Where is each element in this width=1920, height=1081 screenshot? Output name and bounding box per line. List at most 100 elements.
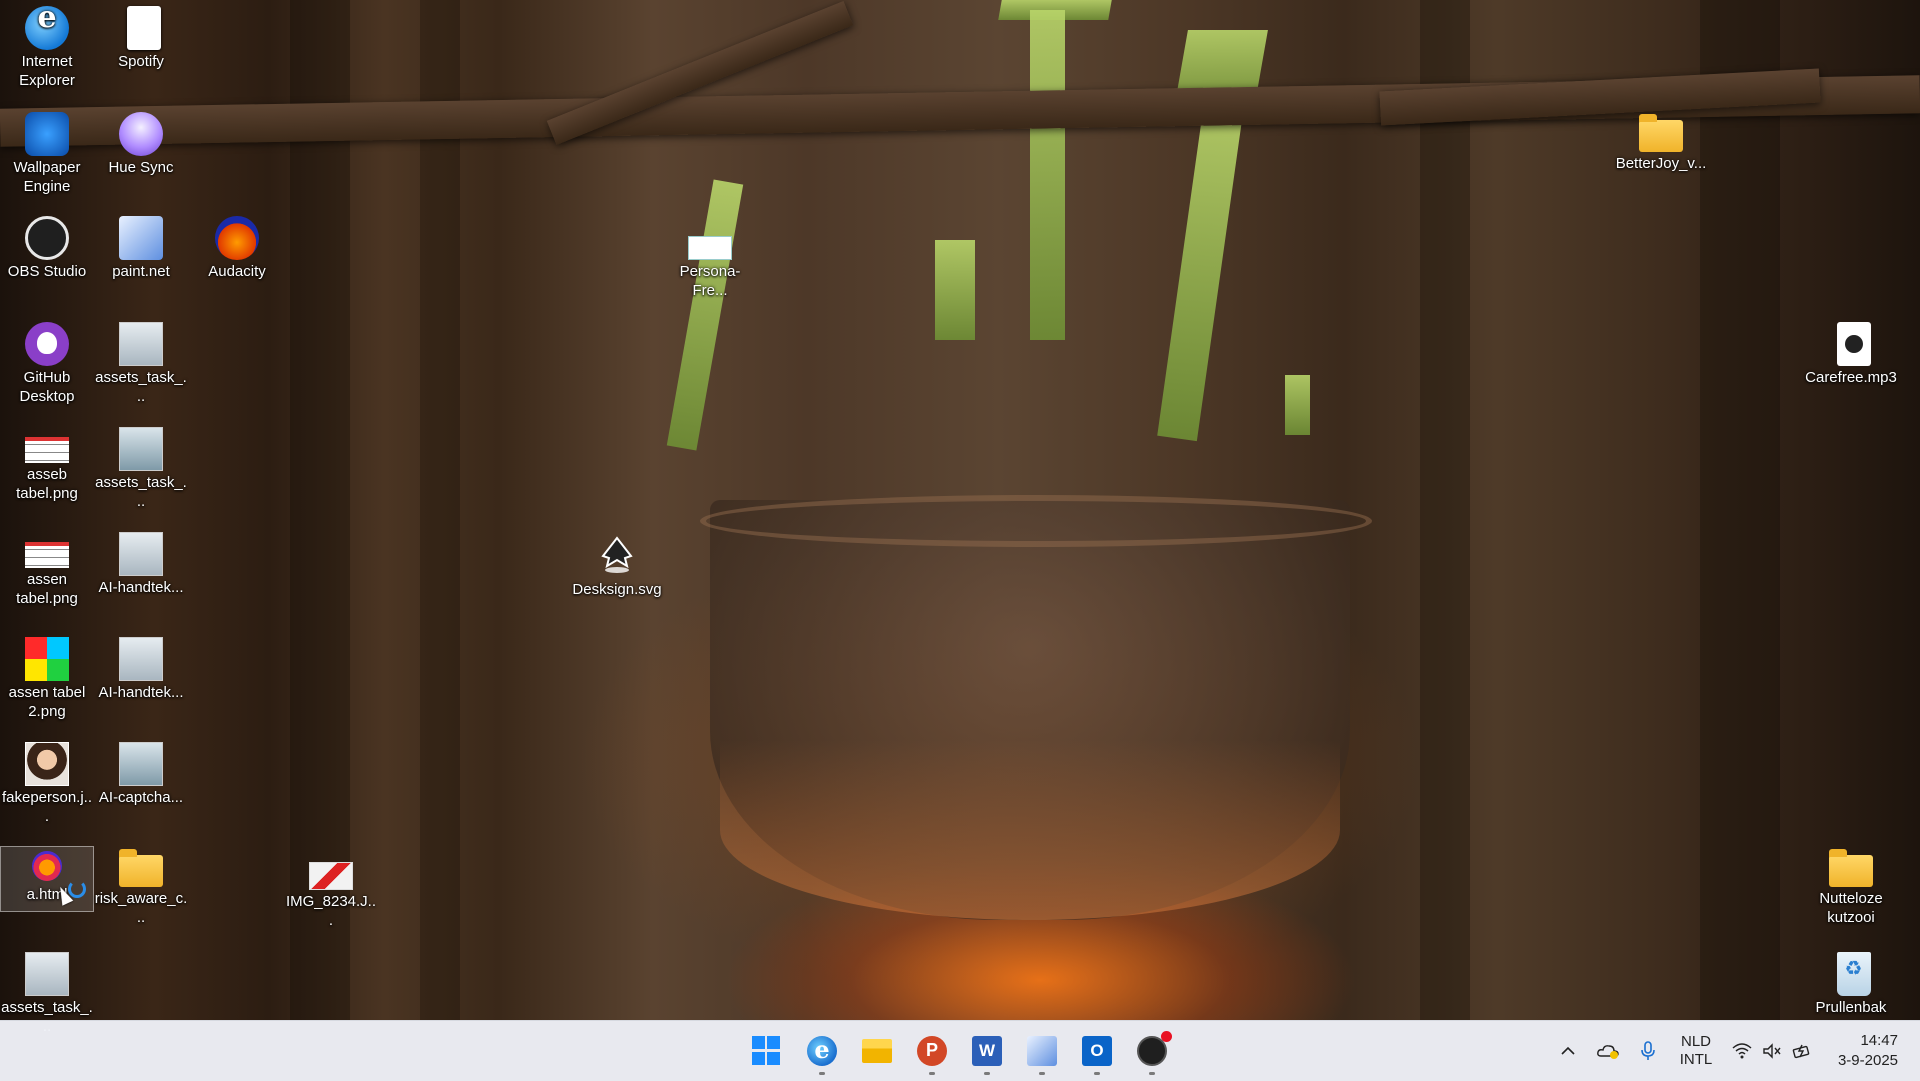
icon-label: risk_aware_c... xyxy=(94,890,188,926)
icon-label: AI-handtek... xyxy=(98,579,184,596)
image-thumbnail-icon xyxy=(119,427,163,471)
desktop-icon-assets-task-2[interactable]: assets_task_... xyxy=(94,423,188,523)
desktop-icon-risk-aware[interactable]: risk_aware_c... xyxy=(94,843,188,943)
microphone-icon xyxy=(1641,1041,1655,1060)
desktop-icon-wallpaper-engine[interactable]: Wallpaper Engine xyxy=(0,108,94,208)
icon-label: IMG_8234.J... xyxy=(285,893,377,929)
image-thumbnail-icon xyxy=(25,952,69,996)
internet-explorer-icon xyxy=(25,6,69,50)
desktop-icon-nutteloze-kutzooi[interactable]: Nutteloze kutzooi xyxy=(1804,843,1898,943)
png-image-icon xyxy=(25,637,69,681)
chevron-up-icon xyxy=(1561,1046,1575,1055)
desktop-icon-internet-explorer[interactable]: Internet Explorer xyxy=(0,2,94,102)
obs-studio-icon xyxy=(25,216,69,260)
desktop-icon-spotify[interactable]: Spotify xyxy=(94,2,188,102)
onedrive-tray-button[interactable] xyxy=(1593,1021,1623,1081)
taskbar-edge[interactable] xyxy=(800,1029,844,1075)
desktop-icon-ai-handtek-1[interactable]: AI-handtek... xyxy=(94,528,188,628)
inkscape-svg-icon xyxy=(595,534,639,578)
taskbar-obs-studio[interactable] xyxy=(1130,1029,1174,1075)
desktop-icon-persona[interactable]: Persona-Fre... xyxy=(663,220,757,320)
icon-label: OBS Studio xyxy=(7,263,87,280)
show-hidden-icons-button[interactable] xyxy=(1553,1021,1583,1081)
running-indicator xyxy=(929,1072,935,1075)
icon-label: assets_task_... xyxy=(95,474,187,510)
desktop-icon-carefree[interactable]: Carefree.mp3 xyxy=(1804,318,1898,418)
desktop-icon-ai-handtek-2[interactable]: AI-handtek... xyxy=(94,633,188,733)
file-explorer-icon xyxy=(862,1039,892,1063)
taskbar: NLD INTL 14:47 3-9-2025 xyxy=(0,1020,1920,1081)
desktop-icon-obs-studio[interactable]: OBS Studio xyxy=(0,212,94,312)
running-indicator xyxy=(1149,1072,1155,1075)
language-code: NLD xyxy=(1680,1033,1711,1050)
desktop-icon-assets-task-1[interactable]: assets_task_... xyxy=(94,318,188,418)
icon-label: Wallpaper Engine xyxy=(13,159,81,195)
wallpaper-cauldron-rim xyxy=(700,495,1372,547)
desktop-icon-github-desktop[interactable]: GitHub Desktop xyxy=(0,318,94,418)
audio-file-icon xyxy=(1836,322,1871,366)
taskbar-file-explorer[interactable] xyxy=(855,1029,899,1073)
png-image-icon xyxy=(25,437,69,463)
start-button[interactable] xyxy=(745,1029,789,1073)
clock-date: 3-9-2025 xyxy=(1837,1052,1898,1069)
outlook-icon xyxy=(1082,1036,1112,1066)
image-thumbnail-icon xyxy=(688,236,732,260)
desktop-icon-img-8234[interactable]: IMG_8234.J... xyxy=(284,848,378,948)
clock-date-button[interactable]: 14:47 3-9-2025 xyxy=(1838,1031,1898,1071)
desktop-icon-paint-net[interactable]: paint.net xyxy=(94,212,188,312)
desktop-icon-desksign[interactable]: Desksign.svg xyxy=(570,530,664,630)
desktop-icon-assen-tabel[interactable]: assen tabel.png xyxy=(0,528,94,628)
icon-label: assen tabel 2.png xyxy=(8,684,86,720)
icon-label: Nutteloze kutzooi xyxy=(1819,890,1883,926)
firefox-html-icon xyxy=(32,851,62,881)
desktop-icon-a-html[interactable]: a.html xyxy=(0,846,94,912)
running-indicator xyxy=(819,1072,825,1075)
desktop-icon-betterjoy[interactable]: BetterJoy_v... xyxy=(1614,108,1708,208)
icon-label: AI-handtek... xyxy=(98,684,184,701)
clock-time: 14:47 xyxy=(1860,1032,1898,1049)
desktop-icon-audacity[interactable]: Audacity xyxy=(190,212,284,312)
audacity-icon xyxy=(215,216,259,260)
image-thumbnail-icon xyxy=(119,322,163,366)
taskbar-outlook[interactable] xyxy=(1075,1029,1119,1075)
quick-settings-button[interactable] xyxy=(1728,1021,1818,1081)
running-indicator xyxy=(984,1072,990,1075)
notification-badge xyxy=(1161,1031,1172,1042)
icon-label: Desksign.svg xyxy=(572,581,662,598)
wifi-icon xyxy=(1732,1043,1752,1059)
running-indicator xyxy=(1039,1072,1045,1075)
volume-muted-icon xyxy=(1763,1043,1781,1059)
desktop-icon-hue-sync[interactable]: Hue Sync xyxy=(94,108,188,208)
wallpaper-cauldron-glow xyxy=(720,740,1340,920)
battery-charging-icon xyxy=(1792,1044,1810,1059)
icon-label: Audacity xyxy=(208,263,266,280)
jpg-image-icon xyxy=(309,862,353,890)
icon-label: Spotify xyxy=(118,53,164,70)
icon-label: Carefree.mp3 xyxy=(1805,369,1897,386)
icon-label: GitHub Desktop xyxy=(19,369,75,405)
github-desktop-icon xyxy=(25,322,69,366)
taskbar-paint-net[interactable] xyxy=(1020,1029,1064,1075)
microphone-tray-button[interactable] xyxy=(1633,1021,1663,1081)
onedrive-warning-icon xyxy=(1597,1045,1619,1059)
icon-label: paint.net xyxy=(112,263,170,280)
desktop-icon-assen-tabel-2[interactable]: assen tabel 2.png xyxy=(0,633,94,733)
powerpoint-icon xyxy=(917,1036,947,1066)
photo-icon xyxy=(25,742,69,786)
image-thumbnail-icon xyxy=(119,742,163,786)
png-image-icon xyxy=(25,542,69,568)
icon-label: Internet Explorer xyxy=(19,53,75,89)
desktop-icon-ai-captcha[interactable]: AI-captcha... xyxy=(94,738,188,838)
windows-start-icon xyxy=(752,1036,782,1066)
paint-net-icon xyxy=(1027,1036,1057,1066)
folder-icon xyxy=(1829,849,1873,887)
language-indicator[interactable]: NLD INTL xyxy=(1670,1021,1722,1081)
wallpaper-engine-icon xyxy=(25,112,69,156)
taskbar-word[interactable] xyxy=(965,1029,1009,1075)
desktop-icon-fakeperson[interactable]: fakeperson.j... xyxy=(0,738,94,838)
taskbar-powerpoint[interactable] xyxy=(910,1029,954,1075)
paint-net-icon xyxy=(119,216,163,260)
running-indicator xyxy=(1094,1072,1100,1075)
desktop-icon-asseb-tabel[interactable]: asseb tabel.png xyxy=(0,423,94,523)
icon-label: Prullenbak xyxy=(1815,999,1887,1016)
